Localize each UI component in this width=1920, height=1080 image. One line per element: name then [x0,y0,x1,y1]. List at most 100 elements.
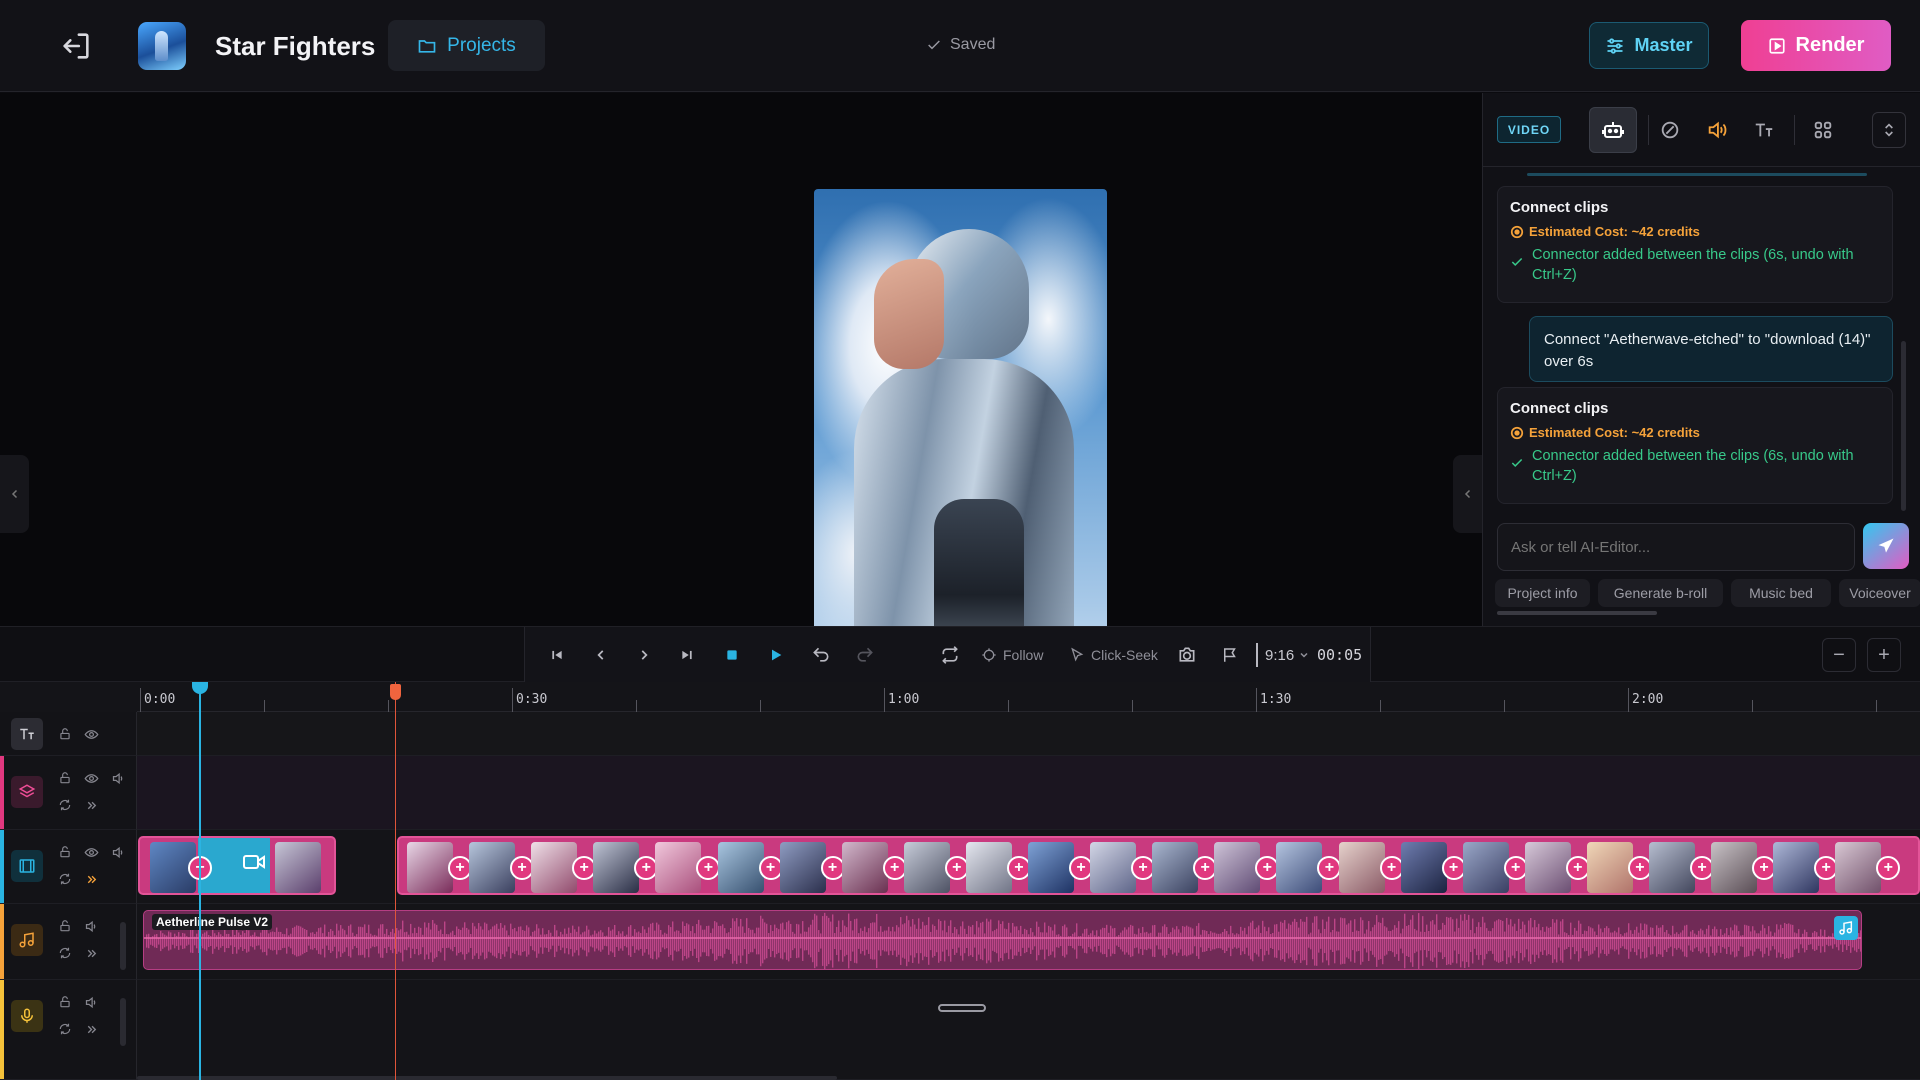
video-clip[interactable]: + + + + + + + + + + + + + + + + + + + + + + + + [397,836,1920,895]
zoom-out-icon[interactable]: − [1822,638,1856,672]
video-preview-area [0,93,1482,710]
microphone-icon[interactable] [11,1000,43,1032]
skip-to-end-icon[interactable] [673,641,701,669]
text-icon[interactable] [1740,107,1788,153]
waveform-bar [714,921,716,961]
waveform-bar [618,931,620,951]
volume-icon[interactable] [83,994,99,1010]
connector-plus-icon[interactable]: + [1441,856,1466,880]
expand-collapse-icon[interactable] [1872,112,1906,148]
audio-clip[interactable]: Aetherline Pulse V2 [143,910,1862,970]
follow-toggle[interactable]: Follow [981,641,1043,669]
sync-icon[interactable] [57,871,73,887]
waveform-bar [1778,929,1780,953]
send-icon[interactable] [1863,523,1909,569]
lock-icon[interactable] [57,918,73,934]
waveform-bar [406,931,408,951]
volume-slider[interactable] [120,998,126,1046]
waveform-bar [1672,925,1674,957]
chevrons-right-icon[interactable] [83,797,99,813]
suggestions-scrollbar[interactable] [1497,611,1657,615]
waveform-bar [902,924,904,958]
connector-plus-icon[interactable]: + [1876,856,1901,880]
eye-icon[interactable] [83,726,99,742]
ai-editor-panel: VIDEO Connect clips Estimated Cost: ~42 [1482,93,1920,626]
volume-slider[interactable] [120,922,126,970]
undo-icon[interactable] [807,641,835,669]
step-back-icon[interactable] [587,641,615,669]
music-note-icon[interactable] [11,924,43,956]
sync-icon[interactable] [57,797,73,813]
video-tab[interactable]: VIDEO [1497,116,1561,143]
play-icon[interactable] [762,641,790,669]
chevrons-right-icon[interactable] [83,871,99,887]
sync-icon[interactable] [57,1021,73,1037]
stop-icon[interactable] [718,641,746,669]
suggestion-chip[interactable]: Generate b-roll [1598,579,1723,607]
waveform-bar [1314,916,1316,966]
robot-icon[interactable] [1589,107,1637,153]
connector-plus-icon[interactable]: + [820,856,845,880]
suggestion-chip[interactable]: Voiceover [1839,579,1920,607]
project-thumbnail[interactable] [138,22,186,70]
redo-icon[interactable] [851,641,879,669]
eye-icon[interactable] [83,770,99,786]
text-track[interactable] [137,712,1920,756]
connector-plus-icon[interactable]: + [1317,856,1342,880]
video-clip[interactable]: + [138,836,336,895]
step-forward-icon[interactable] [630,641,658,669]
music-track[interactable]: Aetherline Pulse V2 [137,904,1920,980]
exit-icon[interactable] [56,26,96,66]
suggestion-chip[interactable]: Music bed [1731,579,1831,607]
skip-to-start-icon[interactable] [543,641,571,669]
text-icon[interactable] [11,718,43,750]
waveform-bar [784,929,786,953]
connector-plus-icon[interactable]: + [758,856,783,880]
chevrons-right-icon[interactable] [83,945,99,961]
eye-icon[interactable] [83,844,99,860]
zoom-in-icon[interactable]: + [1867,638,1901,672]
waveform-bar [684,925,686,957]
volume-icon[interactable] [1693,107,1741,153]
lock-icon[interactable] [57,770,73,786]
lock-icon[interactable] [57,726,73,742]
aspect-ratio-select[interactable]: 9:16 [1265,641,1310,669]
waveform-bar [1812,932,1814,950]
volume-icon[interactable] [83,918,99,934]
projects-button[interactable]: Projects [388,20,545,71]
collapse-right-chevron-icon[interactable] [1453,455,1482,533]
ask-ai-input[interactable] [1497,523,1855,571]
clip-thumbnail [1773,842,1820,893]
chevrons-right-icon[interactable] [83,1021,99,1037]
layers-icon[interactable] [11,776,43,808]
collapse-left-chevron-icon[interactable] [0,455,29,533]
camera-icon[interactable] [1173,641,1201,669]
chat-scrollbar[interactable] [1901,341,1906,511]
sync-icon[interactable] [57,945,73,961]
voice-track[interactable] [137,980,1920,1080]
render-button[interactable]: Render [1741,20,1891,71]
elements-grid-icon[interactable] [1799,107,1847,153]
lock-icon[interactable] [57,844,73,860]
timeline-scrollbar[interactable] [137,1076,837,1080]
film-icon[interactable] [11,850,43,882]
suggestion-chip[interactable]: Project info [1495,579,1590,607]
waveform-bar [622,931,624,951]
connector-plus-icon[interactable]: + [696,856,721,880]
flag-icon[interactable] [1216,641,1244,669]
connector-plus-icon[interactable]: + [1379,856,1404,880]
volume-icon[interactable] [110,844,126,860]
loop-icon[interactable] [936,641,964,669]
effects-icon[interactable] [1646,107,1694,153]
waveform-bar [1186,925,1188,957]
drag-handle[interactable] [938,1004,986,1012]
overlay-track[interactable] [137,756,1920,830]
marker-handle[interactable] [390,684,401,700]
volume-icon[interactable] [110,770,126,786]
video-track[interactable]: + ++++++++++++++++++++++++ [137,830,1920,904]
clip-thumbnail [593,842,640,893]
master-button[interactable]: Master [1589,22,1709,69]
lock-icon[interactable] [57,994,73,1010]
click-seek-toggle[interactable]: Click-Seek [1069,641,1158,669]
time-ruler[interactable]: 0:00 0:30 1:00 1:30 2:00 [137,682,1920,712]
